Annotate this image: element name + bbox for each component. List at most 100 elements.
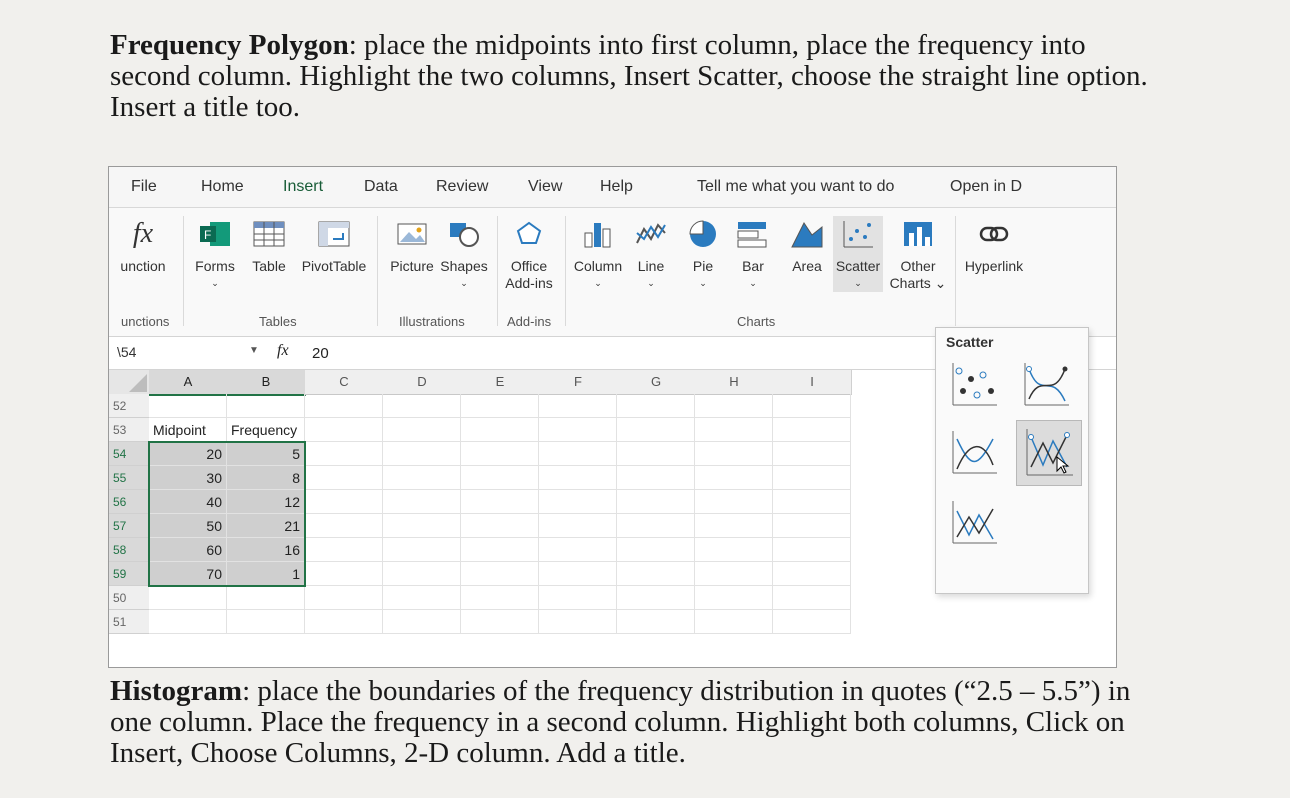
cell[interactable] — [695, 490, 773, 514]
cell[interactable] — [461, 514, 539, 538]
scatter-straight-lines-markers-option[interactable] — [1016, 420, 1082, 486]
cell[interactable] — [617, 514, 695, 538]
cell[interactable] — [461, 490, 539, 514]
cell[interactable] — [305, 562, 383, 586]
cell[interactable] — [773, 610, 851, 634]
pie-chart-button[interactable]: Pie ⌄ — [683, 216, 723, 292]
cell[interactable] — [383, 442, 461, 466]
tab-data[interactable]: Data — [364, 178, 398, 196]
select-all-corner[interactable] — [109, 370, 150, 395]
cell[interactable] — [149, 394, 227, 418]
scatter-markers-option[interactable] — [944, 356, 1004, 414]
table-button[interactable]: Table — [247, 216, 291, 275]
name-box[interactable]: \54 — [117, 344, 136, 360]
cell[interactable] — [305, 514, 383, 538]
cell[interactable] — [695, 538, 773, 562]
cell[interactable] — [149, 586, 227, 610]
cell[interactable] — [305, 466, 383, 490]
tab-review[interactable]: Review — [436, 178, 488, 196]
midpoint-cell[interactable]: 40 — [149, 490, 227, 514]
cell[interactable] — [383, 394, 461, 418]
cell[interactable] — [383, 418, 461, 442]
column-header-g[interactable]: G — [617, 370, 696, 395]
scatter-chart-button[interactable]: Scatter ⌄ — [833, 216, 883, 292]
midpoint-cell[interactable]: 50 — [149, 514, 227, 538]
midpoint-cell[interactable]: 30 — [149, 466, 227, 490]
cell[interactable] — [461, 610, 539, 634]
cell[interactable] — [773, 514, 851, 538]
cell[interactable] — [539, 538, 617, 562]
cell[interactable] — [383, 514, 461, 538]
cell[interactable] — [695, 610, 773, 634]
scatter-smooth-markers-option[interactable] — [1016, 356, 1076, 414]
cell[interactable] — [305, 586, 383, 610]
cell[interactable] — [305, 394, 383, 418]
cell[interactable] — [773, 466, 851, 490]
column-header-f[interactable]: F — [539, 370, 618, 395]
cell[interactable] — [539, 562, 617, 586]
cell[interactable] — [461, 586, 539, 610]
cell[interactable] — [461, 394, 539, 418]
tab-home[interactable]: Home — [201, 178, 244, 196]
cell[interactable] — [227, 394, 305, 418]
cell[interactable] — [773, 418, 851, 442]
cell[interactable] — [695, 514, 773, 538]
cell[interactable] — [695, 586, 773, 610]
cell[interactable] — [305, 442, 383, 466]
cell[interactable] — [773, 394, 851, 418]
cell[interactable] — [539, 490, 617, 514]
cell[interactable] — [383, 490, 461, 514]
column-header-e[interactable]: E — [461, 370, 540, 395]
line-chart-button[interactable]: Line ⌄ — [631, 216, 671, 292]
column-header-i[interactable]: I — [773, 370, 852, 395]
tab-file[interactable]: File — [131, 178, 157, 196]
frequency-cell[interactable]: 21 — [227, 514, 305, 538]
cell[interactable] — [617, 418, 695, 442]
cell[interactable] — [773, 586, 851, 610]
row-header[interactable]: 52 — [109, 394, 149, 418]
column-header-d[interactable]: D — [383, 370, 462, 395]
cell[interactable] — [617, 610, 695, 634]
frequency-cell[interactable]: 5 — [227, 442, 305, 466]
fx-icon[interactable]: fx — [277, 342, 289, 360]
column-header-b[interactable]: B — [227, 370, 306, 396]
row-header[interactable]: 55 — [109, 466, 149, 490]
tab-insert[interactable]: Insert — [283, 178, 323, 196]
cell[interactable] — [539, 610, 617, 634]
cell[interactable] — [539, 514, 617, 538]
insert-function-button[interactable]: fx unction — [113, 216, 173, 275]
column-chart-button[interactable]: Column ⌄ — [569, 216, 627, 292]
row-header[interactable]: 59 — [109, 562, 149, 586]
cell[interactable] — [227, 610, 305, 634]
cell[interactable] — [383, 538, 461, 562]
frequency-cell[interactable]: 12 — [227, 490, 305, 514]
cell[interactable] — [227, 586, 305, 610]
cell[interactable] — [461, 538, 539, 562]
cell[interactable] — [695, 442, 773, 466]
cell[interactable] — [617, 466, 695, 490]
tell-me-search[interactable]: Tell me what you want to do — [697, 178, 894, 196]
row-header[interactable]: 57 — [109, 514, 149, 538]
cell[interactable] — [305, 418, 383, 442]
scatter-smooth-lines-option[interactable] — [944, 424, 1004, 482]
cell[interactable] — [617, 442, 695, 466]
cell[interactable] — [617, 394, 695, 418]
cell[interactable] — [461, 442, 539, 466]
cell[interactable] — [305, 490, 383, 514]
row-header[interactable]: 56 — [109, 490, 149, 514]
frequency-cell[interactable]: 8 — [227, 466, 305, 490]
cell[interactable] — [149, 610, 227, 634]
cell[interactable] — [539, 394, 617, 418]
header-cell-midpoint[interactable]: Midpoint — [149, 418, 227, 442]
tab-help[interactable]: Help — [600, 178, 633, 196]
cell[interactable] — [383, 562, 461, 586]
midpoint-cell[interactable]: 60 — [149, 538, 227, 562]
midpoint-cell[interactable]: 20 — [149, 442, 227, 466]
column-header-c[interactable]: C — [305, 370, 384, 395]
cell[interactable] — [539, 586, 617, 610]
cell[interactable] — [695, 466, 773, 490]
other-charts-button[interactable]: Other Charts ⌄ — [887, 216, 949, 292]
cell[interactable] — [461, 418, 539, 442]
header-cell-frequency[interactable]: Frequency — [227, 418, 305, 442]
cell[interactable] — [617, 562, 695, 586]
